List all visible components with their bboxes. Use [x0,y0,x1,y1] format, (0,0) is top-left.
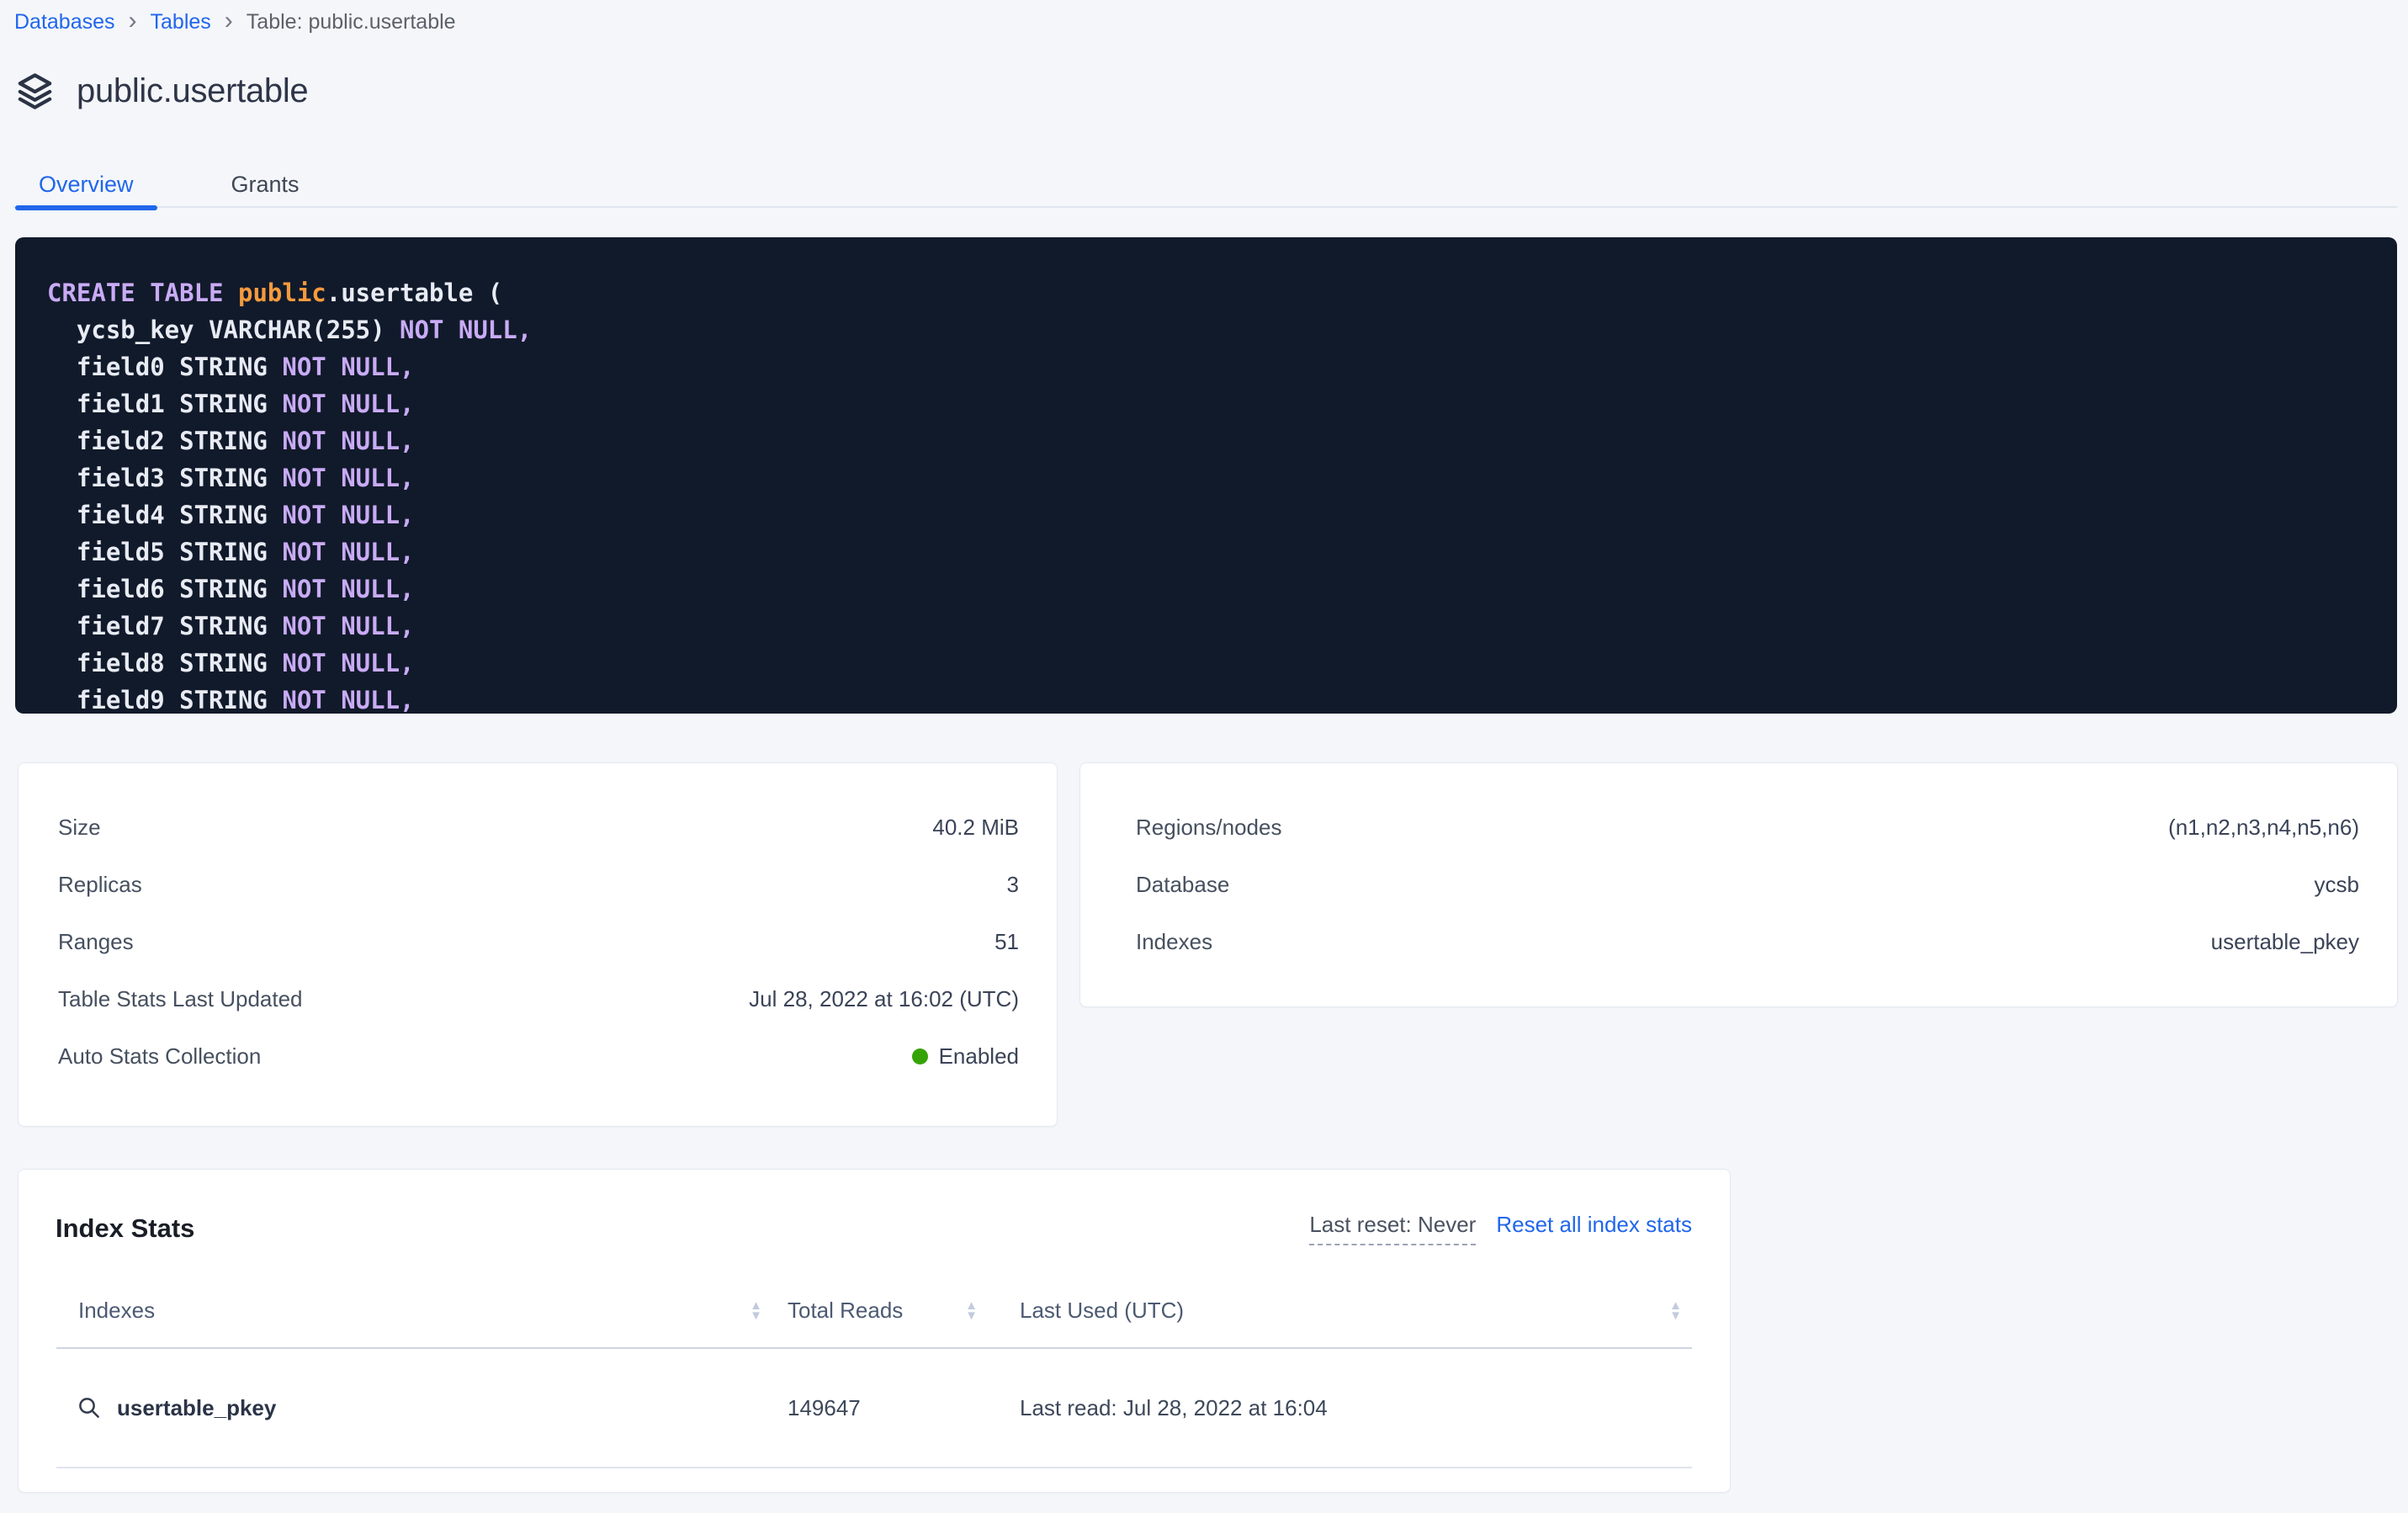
table-header-row: Indexes ▲▼ Total Reads ▲▼ Last Used (UTC… [56,1274,1692,1349]
chevron-right-icon: › [129,10,137,31]
detail-label: Regions/nodes [1136,815,1281,841]
page: Databases › Tables › Table: public.usert… [0,10,2408,1513]
sql-code-block: CREATE TABLE public.usertable ( ycsb_key… [15,237,2397,714]
page-header: public.usertable [15,71,2408,111]
detail-value: 51 [994,929,1019,955]
sql-code: CREATE TABLE public.usertable ( ycsb_key… [47,274,2397,714]
total-reads-cell: 149647 [788,1395,1020,1421]
detail-label: Ranges [58,929,134,955]
column-label: Total Reads [788,1298,903,1324]
layers-icon [15,71,55,111]
column-label: Indexes [78,1298,155,1324]
index-stats-title: Index Stats [56,1213,194,1244]
sort-icon[interactable]: ▲▼ [750,1301,762,1321]
detail-label: Auto Stats Collection [58,1043,261,1070]
detail-label: Indexes [1136,929,1212,955]
detail-row-replicas: Replicas 3 [19,856,1057,913]
sort-icon[interactable]: ▲▼ [1669,1301,1682,1321]
detail-label: Table Stats Last Updated [58,986,303,1012]
page-title: public.usertable [77,71,308,111]
detail-label: Replicas [58,872,142,898]
detail-value: 40.2 MiB [932,815,1019,841]
tab-overview[interactable]: Overview [15,161,157,208]
status-dot-icon [912,1048,928,1064]
detail-value: (n1,n2,n3,n4,n5,n6) [2168,815,2359,841]
detail-value: Jul 28, 2022 at 16:02 (UTC) [749,986,1019,1012]
index-stats-actions: Last reset: Never Reset all index stats [1309,1212,1692,1245]
last-reset-label[interactable]: Last reset: Never [1309,1212,1476,1245]
tab-bar: Overview Grants [15,161,2408,208]
index-name: usertable_pkey [117,1395,276,1421]
index-stats-table: Indexes ▲▼ Total Reads ▲▼ Last Used (UTC… [56,1274,1692,1468]
table-details-panel: Size 40.2 MiB Replicas 3 Ranges 51 Table… [18,762,1058,1127]
index-stats-header: Index Stats Last reset: Never Reset all … [56,1208,1692,1249]
detail-value: usertable_pkey [2211,929,2359,955]
search-icon [77,1395,102,1420]
reset-index-stats-link[interactable]: Reset all index stats [1496,1212,1692,1238]
tab-track [13,206,2397,208]
detail-row-database: Database ycsb [1080,856,2397,913]
index-stats-panel: Index Stats Last reset: Never Reset all … [18,1169,1731,1493]
column-label: Last Used (UTC) [1020,1298,1184,1324]
breadcrumb-link-databases[interactable]: Databases [14,10,115,35]
status-value: Enabled [912,1043,1019,1070]
table-row: usertable_pkey 149647 Last read: Jul 28,… [56,1349,1692,1468]
detail-row-ranges: Ranges 51 [19,913,1057,970]
index-name-cell[interactable]: usertable_pkey [56,1395,788,1421]
breadcrumb-link-tables[interactable]: Tables [151,10,211,35]
detail-row-regions: Regions/nodes (n1,n2,n3,n4,n5,n6) [1080,799,2397,856]
sort-icon[interactable]: ▲▼ [965,1301,978,1321]
detail-row-indexes: Indexes usertable_pkey [1080,913,2397,970]
detail-panels: Size 40.2 MiB Replicas 3 Ranges 51 Table… [18,762,2408,1127]
detail-row-size: Size 40.2 MiB [19,799,1057,856]
detail-label: Database [1136,872,1229,898]
chevron-right-icon: › [225,10,233,31]
detail-row-stats-updated: Table Stats Last Updated Jul 28, 2022 at… [19,970,1057,1027]
breadcrumb: Databases › Tables › Table: public.usert… [14,10,2408,35]
detail-value: 3 [1007,872,1019,898]
database-details-panel: Regions/nodes (n1,n2,n3,n4,n5,n6) Databa… [1079,762,2398,1007]
detail-row-auto-stats: Auto Stats Collection Enabled [19,1027,1057,1085]
detail-label: Size [58,815,101,841]
column-header-last-used[interactable]: Last Used (UTC) ▲▼ [1020,1298,1692,1324]
last-used-cell: Last read: Jul 28, 2022 at 16:04 [1020,1395,1692,1421]
status-text: Enabled [939,1043,1019,1070]
breadcrumb-current: Table: public.usertable [247,10,456,35]
tab-grants[interactable]: Grants [208,161,323,208]
detail-value: ycsb [2315,872,2359,898]
column-header-total-reads[interactable]: Total Reads ▲▼ [788,1298,1020,1324]
column-header-indexes[interactable]: Indexes ▲▼ [56,1298,788,1324]
